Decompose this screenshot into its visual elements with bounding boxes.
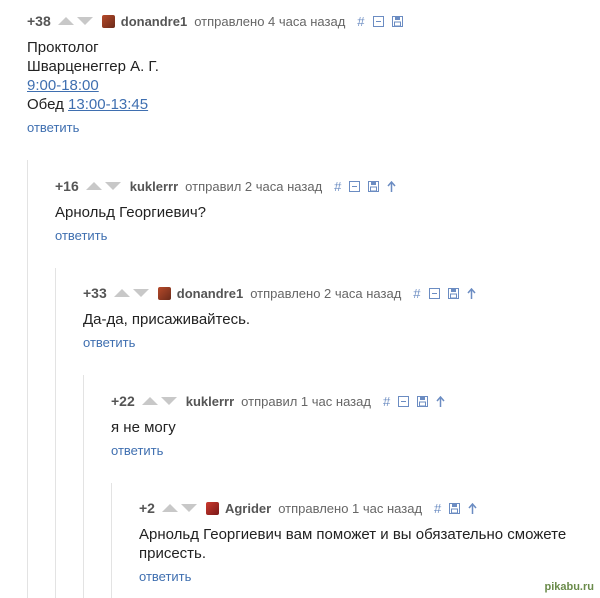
rating: +33 (83, 285, 107, 301)
reply-link[interactable]: ответить (83, 335, 135, 350)
timestamp[interactable]: отправлено 4 часа назад (194, 14, 345, 29)
reply-link[interactable]: ответить (111, 443, 163, 458)
rating: +38 (27, 13, 51, 29)
thread-line (83, 375, 84, 598)
comment-header: +38 donandre1 отправлено 4 часа назад # (27, 12, 411, 30)
comment-header: +22 kuklerrr отправил 1 час назад # (111, 392, 453, 410)
username[interactable]: kuklerrr (130, 179, 178, 194)
comment: +33 donandre1 отправлено 2 часа назад # … (83, 284, 484, 352)
save-icon[interactable] (417, 395, 429, 407)
comment-body: Да-да, присаживайтесь. (83, 311, 251, 328)
save-icon[interactable] (368, 180, 380, 192)
link-icon[interactable]: # (357, 14, 364, 29)
upvote-icon[interactable] (161, 504, 178, 512)
upvote-icon[interactable] (85, 182, 102, 190)
collapse-icon[interactable] (428, 287, 440, 299)
comment-header: +2 Agrider отправлено 1 час назад # (139, 499, 566, 517)
comment-line: Арнольд Георгиевич вам поможет и вы обяз… (139, 526, 567, 543)
downvote-icon[interactable] (76, 17, 93, 25)
comment: +22 kuklerrr отправил 1 час назад # я не… (111, 392, 453, 460)
thread-line (111, 483, 112, 598)
avatar[interactable] (157, 286, 171, 300)
upvote-icon[interactable] (113, 289, 130, 297)
link-icon[interactable]: # (413, 286, 420, 301)
lunch-time-link[interactable]: 13:00-13:45 (68, 96, 148, 113)
rating: +16 (55, 178, 79, 194)
collapse-icon[interactable] (372, 15, 384, 27)
comment-header: +33 donandre1 отправлено 2 часа назад # (83, 284, 484, 302)
downvote-icon[interactable] (160, 397, 177, 405)
upvote-icon[interactable] (141, 397, 158, 405)
collapse-icon[interactable] (349, 180, 361, 192)
rating: +22 (111, 393, 135, 409)
comment-line: присесть. (139, 545, 207, 562)
downvote-icon[interactable] (132, 289, 149, 297)
comment-body: Арнольд Георгиевич? (55, 204, 206, 221)
username[interactable]: Agrider (225, 501, 271, 516)
reply-link[interactable]: ответить (27, 120, 79, 135)
reply-link[interactable]: ответить (139, 569, 191, 584)
timestamp[interactable]: отправил 1 час назад (241, 394, 371, 409)
comment-body: Проктолог Шварценеггер А. Г. 9:00-18:00 … (27, 38, 411, 114)
downvote-icon[interactable] (180, 504, 197, 512)
comment-line: Проктолог (27, 39, 99, 56)
comment-body: Арнольд Георгиевич вам поможет и вы обяз… (139, 525, 566, 563)
avatar[interactable] (101, 14, 115, 28)
timestamp[interactable]: отправлено 2 часа назад (250, 286, 401, 301)
lunch-label: Обед (27, 96, 64, 113)
thread-line (27, 160, 28, 598)
link-icon[interactable]: # (434, 501, 441, 516)
username[interactable]: donandre1 (177, 286, 243, 301)
comment: +2 Agrider отправлено 1 час назад # Арно… (139, 499, 566, 586)
comment-header: +16 kuklerrr отправил 2 часа назад # (55, 177, 404, 195)
thread-line (55, 268, 56, 598)
avatar[interactable] (205, 501, 219, 515)
comment: +38 donandre1 отправлено 4 часа назад # … (27, 12, 411, 137)
watermark: pikabu.ru (544, 581, 594, 593)
reply-link[interactable]: ответить (55, 228, 107, 243)
parent-arrow-icon[interactable] (436, 395, 445, 407)
link-icon[interactable]: # (383, 394, 390, 409)
comment-line: Шварценеггер А. Г. (27, 58, 159, 75)
downvote-icon[interactable] (104, 182, 121, 190)
upvote-icon[interactable] (57, 17, 74, 25)
hours-link[interactable]: 9:00-18:00 (27, 77, 99, 94)
comment-body: я не могу (111, 419, 176, 436)
timestamp[interactable]: отправил 2 часа назад (185, 179, 322, 194)
parent-arrow-icon[interactable] (468, 502, 477, 514)
username[interactable]: kuklerrr (186, 394, 234, 409)
save-icon[interactable] (391, 15, 403, 27)
rating: +2 (139, 500, 155, 516)
timestamp[interactable]: отправлено 1 час назад (278, 501, 422, 516)
save-icon[interactable] (449, 502, 461, 514)
link-icon[interactable]: # (334, 179, 341, 194)
parent-arrow-icon[interactable] (466, 287, 476, 299)
save-icon[interactable] (447, 287, 459, 299)
parent-arrow-icon[interactable] (387, 180, 396, 192)
collapse-icon[interactable] (398, 395, 410, 407)
comment: +16 kuklerrr отправил 2 часа назад # Арн… (55, 177, 404, 245)
username[interactable]: donandre1 (121, 14, 187, 29)
